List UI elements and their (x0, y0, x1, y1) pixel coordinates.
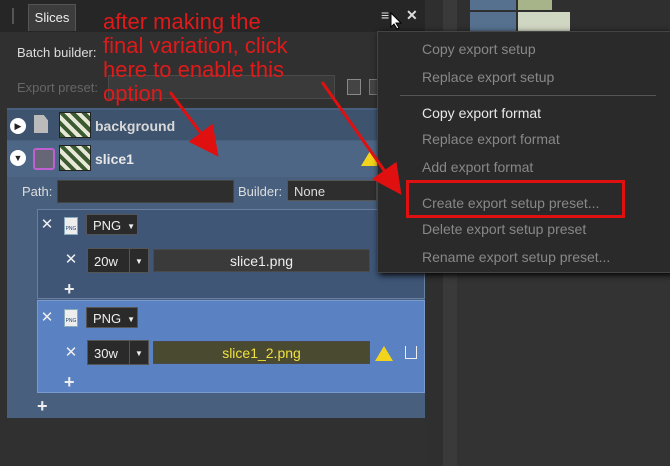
close-icon[interactable]: ✕ (406, 7, 420, 23)
layer-thumbnail (470, 0, 516, 10)
size-value: 20w (94, 254, 118, 269)
menu-item-replace-export-setup[interactable]: Replace export setup (422, 69, 554, 85)
path-label: Path: (22, 184, 53, 199)
filename-field[interactable]: slice1_2.png (153, 341, 370, 364)
slice-icon (33, 148, 55, 170)
export-preset-label: Export preset: (17, 80, 98, 95)
chevron-down-icon: ▼ (129, 249, 148, 272)
remove-size-icon[interactable]: ✕ (64, 345, 78, 361)
adjacent-panel (457, 270, 670, 466)
layer-thumbnail (518, 12, 570, 32)
format-select[interactable]: PNG ▼ (86, 214, 138, 235)
grip-icon[interactable] (12, 8, 14, 24)
slice-thumbnail (59, 112, 91, 138)
annotation-highlight-box (406, 180, 625, 218)
format-select[interactable]: PNG ▼ (86, 307, 138, 328)
remove-size-icon[interactable]: ✕ (64, 252, 78, 268)
add-size-icon[interactable]: + (64, 373, 78, 391)
chevron-down-icon: ▼ (127, 315, 136, 325)
layer-thumbnail (470, 12, 516, 32)
size-select[interactable]: 30w ▼ (87, 340, 149, 365)
menu-item-replace-export-format[interactable]: Replace export format (422, 131, 560, 147)
expand-icon[interactable]: ▶ (10, 118, 26, 134)
builder-select[interactable]: None (287, 180, 377, 201)
format-value: PNG (93, 311, 122, 326)
tab-label: Slices (34, 10, 70, 25)
size-select[interactable]: 20w ▼ (87, 248, 149, 273)
format-value: PNG (93, 218, 122, 233)
filename-field[interactable]: slice1.png (153, 249, 370, 272)
remove-variation-icon[interactable]: ✕ (40, 217, 54, 233)
menu-item-copy-export-format[interactable]: Copy export format (422, 105, 541, 121)
cursor-icon (390, 12, 403, 30)
menu-item-rename-export-setup-preset[interactable]: Rename export setup preset... (422, 249, 610, 265)
menu-item-add-export-format[interactable]: Add export format (422, 159, 533, 175)
menu-item-copy-export-setup[interactable]: Copy export setup (422, 41, 536, 57)
chevron-down-icon: ▼ (129, 341, 148, 364)
path-input[interactable] (57, 180, 234, 203)
batch-builder-label: Batch builder: (17, 45, 97, 60)
annotation-text: after making the final variation, click … (103, 9, 288, 106)
layer-thumbnail (518, 0, 552, 10)
remove-variation-icon[interactable]: ✕ (40, 310, 54, 326)
png-file-icon: PNG (64, 217, 78, 235)
tab-slices[interactable]: Slices (28, 4, 76, 31)
builder-label: Builder: (238, 184, 283, 199)
slice-name: slice1 (95, 151, 134, 167)
add-variation-icon[interactable]: + (37, 397, 51, 415)
panel-context-menu: Copy export setup Replace export setup C… (377, 31, 670, 273)
slice-thumbnail (59, 145, 91, 171)
builder-value: None (294, 184, 326, 199)
warning-icon (375, 346, 393, 361)
chevron-down-icon: ▼ (127, 222, 136, 232)
export-icon[interactable] (405, 346, 417, 359)
menu-separator (400, 95, 656, 96)
menu-item-delete-export-setup-preset[interactable]: Delete export setup preset (422, 221, 586, 237)
collapse-icon[interactable]: ▼ (10, 150, 26, 166)
add-size-icon[interactable]: + (64, 280, 78, 298)
png-file-icon: PNG (64, 309, 78, 327)
size-value: 30w (94, 346, 118, 361)
slice-name: background (95, 118, 176, 134)
